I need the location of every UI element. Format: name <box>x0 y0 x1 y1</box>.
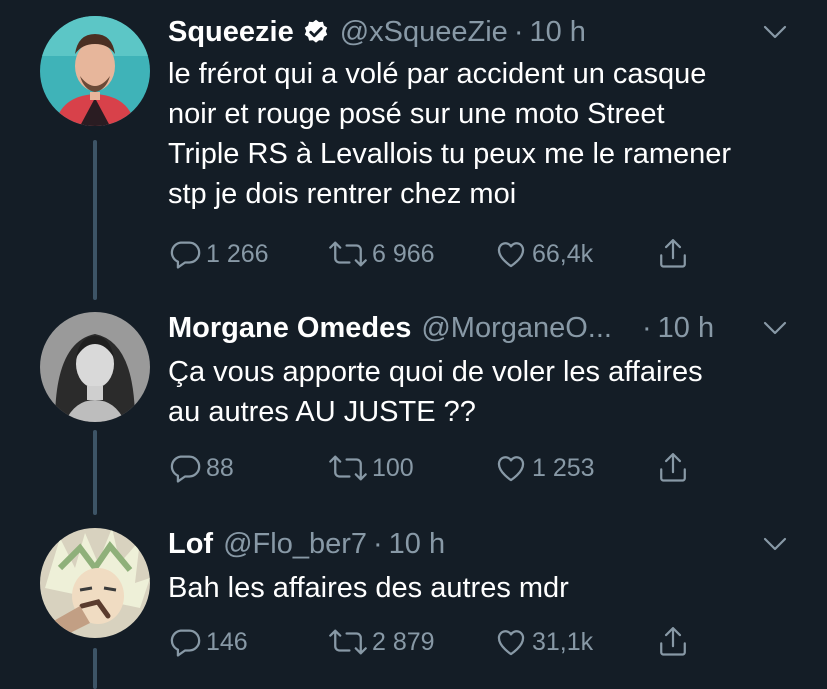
chevron-down-icon[interactable] <box>761 316 789 340</box>
tweet-text-line: stp je dois rentrer chez moi <box>168 178 517 210</box>
retweet-icon <box>328 237 368 271</box>
tweet-text-line: le frérot qui a volé par accident un cas… <box>168 58 707 90</box>
separator-dot: · <box>513 15 524 48</box>
retweet-icon <box>328 451 368 485</box>
timestamp[interactable]: 10 h <box>389 528 445 561</box>
thread-line <box>93 140 97 300</box>
display-name[interactable]: Lof <box>168 528 213 561</box>
like-button[interactable]: 31,1k <box>494 622 593 662</box>
timestamp[interactable]: 10 h <box>658 312 714 345</box>
display-name[interactable]: Squeezie <box>168 16 294 49</box>
tweet-header: Squeezie @xSqueeZie · 10 h <box>168 12 586 52</box>
tweet-actions: 1 266 6 966 66,4k <box>168 234 728 274</box>
retweet-button[interactable]: 2 879 <box>328 622 435 662</box>
retweet-count: 100 <box>372 453 414 482</box>
tweet-text: Ça vous apporte quoi de voler les affair… <box>168 352 808 432</box>
like-button[interactable]: 66,4k <box>494 234 593 274</box>
tweet-header: Lof @Flo_ber7 · 10 h <box>168 524 445 564</box>
reply-icon <box>168 237 202 271</box>
reply-button[interactable]: 1 266 <box>168 234 269 274</box>
handle[interactable]: @Flo_ber7 <box>223 528 367 561</box>
tweet-actions: 88 100 1 253 <box>168 448 728 488</box>
reply-icon <box>168 451 202 485</box>
chevron-down-icon[interactable] <box>761 532 789 556</box>
reply-button[interactable]: 146 <box>168 622 248 662</box>
share-icon <box>656 624 690 660</box>
retweet-count: 2 879 <box>372 627 435 656</box>
thread-line <box>93 430 97 515</box>
avatar[interactable] <box>40 16 150 126</box>
share-button[interactable] <box>656 234 690 274</box>
timestamp[interactable]: 10 h <box>529 16 585 49</box>
tweet-text-line: Triple RS à Levallois tu peux me le rame… <box>168 138 732 170</box>
reply-count: 1 266 <box>206 239 269 268</box>
share-button[interactable] <box>656 448 690 488</box>
tweet-text-line: Bah les affaires des autres mdr <box>168 572 569 604</box>
chevron-down-icon[interactable] <box>761 20 789 44</box>
retweet-button[interactable]: 6 966 <box>328 234 435 274</box>
like-count: 1 253 <box>532 453 595 482</box>
retweet-count: 6 966 <box>372 239 435 268</box>
heart-icon <box>494 625 528 659</box>
reply-button[interactable]: 88 <box>168 448 234 488</box>
handle[interactable]: @MorganeO... <box>421 312 612 345</box>
share-icon <box>656 236 690 272</box>
heart-icon <box>494 237 528 271</box>
thread-line <box>93 648 97 689</box>
tweet-text: le frérot qui a volé par accident un cas… <box>168 54 808 214</box>
tweet-actions: 146 2 879 31,1k <box>168 622 728 662</box>
handle[interactable]: @xSqueeZie <box>340 16 508 49</box>
reply-count: 88 <box>206 453 234 482</box>
avatar[interactable] <box>40 312 150 422</box>
heart-icon <box>494 451 528 485</box>
share-icon <box>656 450 690 486</box>
verified-badge-icon <box>302 18 330 46</box>
retweet-button[interactable]: 100 <box>328 448 414 488</box>
like-count: 66,4k <box>532 239 594 268</box>
separator-dot: · <box>641 311 652 344</box>
share-button[interactable] <box>656 622 690 662</box>
tweet-header: Morgane Omedes @MorganeO... · 10 h <box>168 308 714 348</box>
tweet-text-line: Ça vous apporte quoi de voler les affair… <box>168 356 703 388</box>
reply-count: 146 <box>206 627 248 656</box>
display-name[interactable]: Morgane Omedes <box>168 312 411 345</box>
separator-dot: · <box>373 527 383 560</box>
avatar[interactable] <box>40 528 150 638</box>
like-count: 31,1k <box>532 627 594 656</box>
tweet-text-line: noir et rouge posé sur une moto Street <box>168 98 665 130</box>
like-button[interactable]: 1 253 <box>494 448 595 488</box>
tweet-text: Bah les affaires des autres mdr <box>168 568 808 608</box>
tweet-text-line: au autres AU JUSTE ?? <box>168 396 476 428</box>
retweet-icon <box>328 625 368 659</box>
reply-icon <box>168 625 202 659</box>
